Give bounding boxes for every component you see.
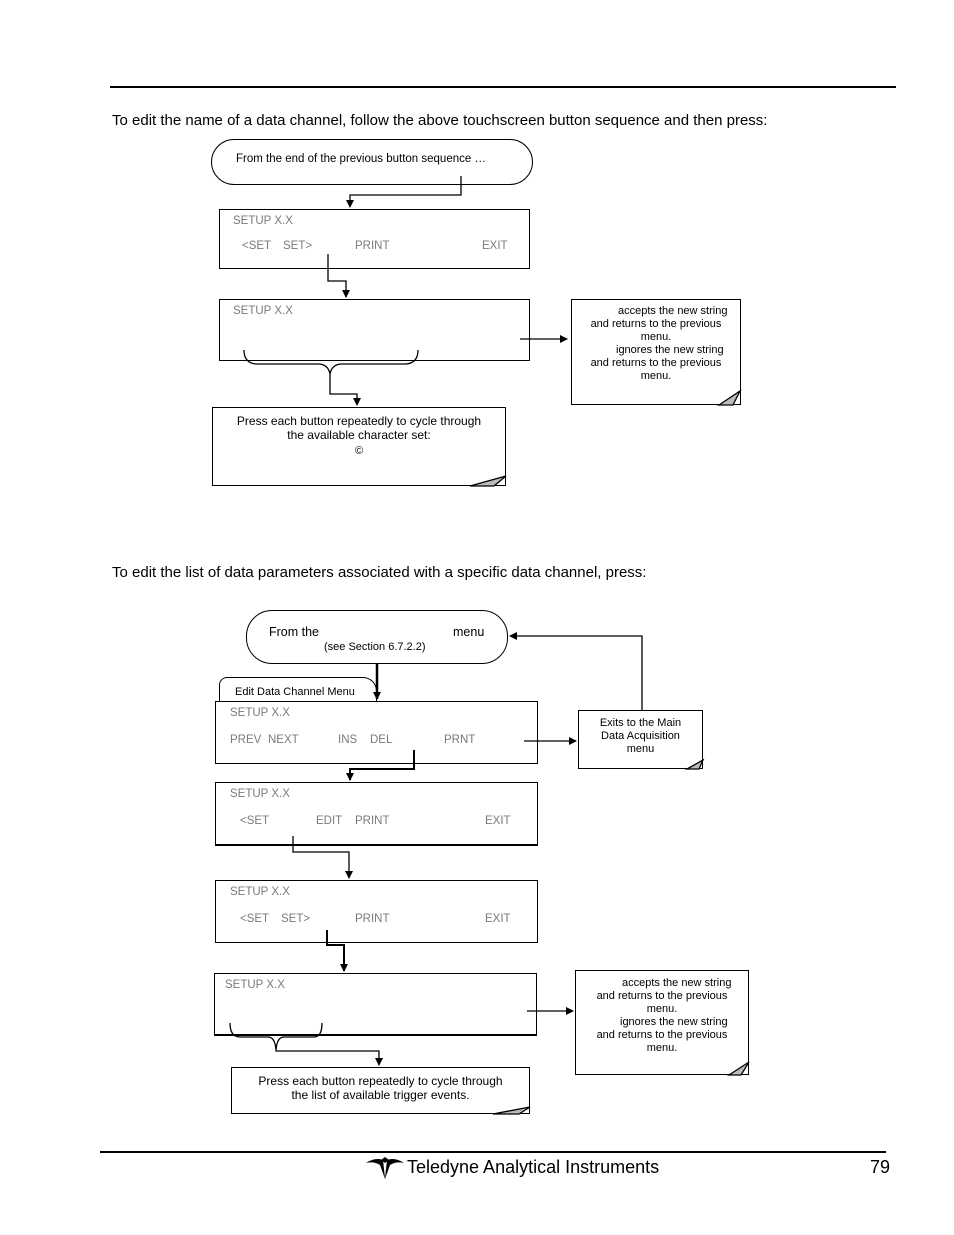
page-number: 79 [870,1157,891,1177]
footer-rule [100,1151,886,1153]
brace [243,349,419,375]
connector-arrow [346,750,415,781]
dog-ear [726,1061,750,1076]
dog-ear [492,1106,531,1115]
dog-ear [684,758,705,770]
connector-arrow [327,254,350,298]
flow-connectors [229,176,750,1115]
connector-arrow [275,1050,383,1066]
footer-company: Teledyne Analytical Instruments [407,1157,660,1177]
connector-arrow [329,374,361,406]
connector-arrow [292,836,353,879]
dog-ear [469,475,507,487]
connector-arrow [326,930,348,972]
connector-arrow [346,176,462,208]
dog-ear [716,389,742,406]
connector-arrow [509,632,643,710]
teledyne-logo-icon [366,1157,404,1179]
brace [229,1022,323,1051]
